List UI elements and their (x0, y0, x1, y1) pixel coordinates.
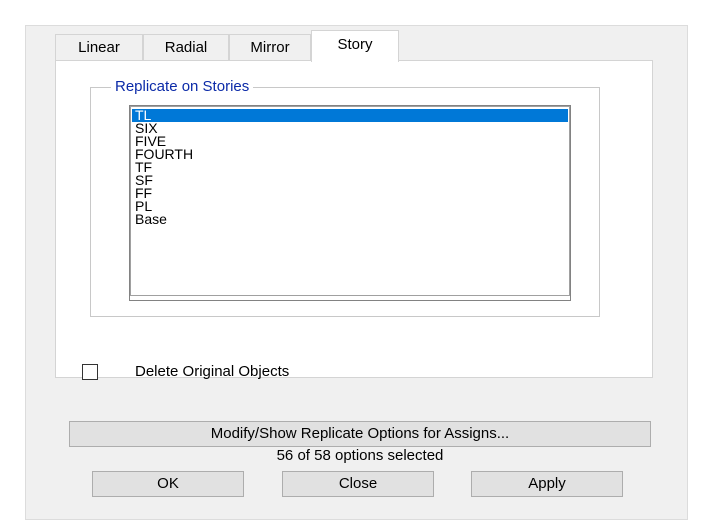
story-list-item[interactable]: Base (132, 212, 568, 226)
story-list-item[interactable]: FOURTH (132, 147, 568, 161)
story-list-item[interactable]: SIX (132, 121, 568, 135)
delete-original-checkbox[interactable] (82, 364, 98, 380)
stories-listbox[interactable]: TL SIX FIVE FOURTH TF SF FF PL Base (129, 105, 571, 301)
options-selected-status: 56 of 58 options selected (276, 447, 444, 464)
apply-button[interactable]: Apply (471, 471, 623, 497)
delete-original-label: Delete Original Objects (135, 363, 290, 380)
story-list-item[interactable]: TL (132, 108, 568, 122)
tab-linear[interactable]: Linear (55, 34, 143, 61)
group-title: Replicate on Stories (111, 78, 254, 96)
story-list-item[interactable]: FIVE (132, 134, 568, 148)
story-list-item[interactable]: SF (132, 173, 568, 187)
modify-replicate-options-button[interactable]: Modify/Show Replicate Options for Assign… (69, 421, 651, 447)
close-button[interactable]: Close (282, 471, 434, 497)
story-tab-panel: Replicate on Stories TL SIX FIVE FOURTH TF SF… (55, 60, 653, 378)
story-list-item[interactable]: PL (132, 199, 568, 213)
tab-radial[interactable]: Radial (143, 34, 229, 61)
story-list-item[interactable]: FF (132, 186, 568, 200)
stories-list: TL SIX FIVE FOURTH TF SF FF PL Base (130, 106, 570, 296)
story-list-item[interactable]: TF (132, 160, 568, 174)
tab-story[interactable]: Story (311, 30, 399, 62)
tab-mirror[interactable]: Mirror (229, 34, 311, 61)
replicate-on-stories-group: Replicate on Stories TL SIX FIVE FOURTH TF SF… (90, 78, 600, 317)
ok-button[interactable]: OK (92, 471, 244, 497)
